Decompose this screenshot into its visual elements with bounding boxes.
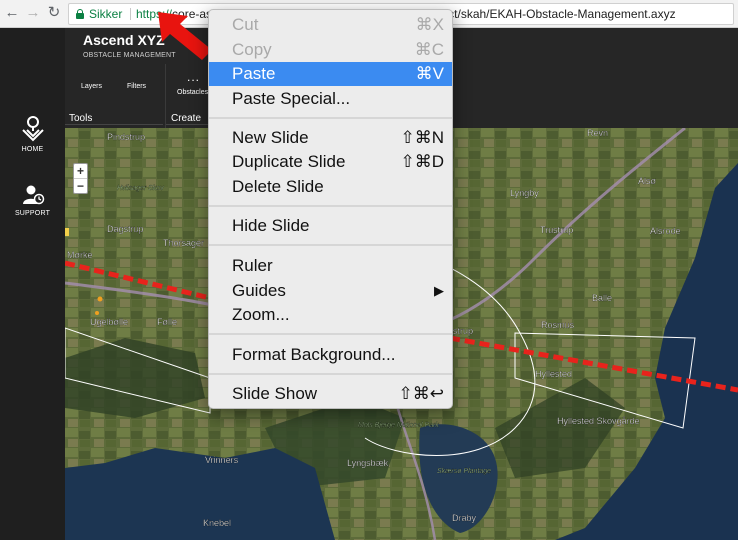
tools-group-underline [65,124,163,125]
menu-separator [209,244,452,246]
menu-item-format-background[interactable]: Format Background... [209,343,452,367]
place-label: Lyngby [510,188,539,198]
place-label: Følle [157,317,177,327]
place-label: Hyllested [535,369,572,379]
place-label: strup [453,326,473,336]
place-label: Mols Bjerge National Park [358,422,439,429]
home-location-icon [21,116,44,142]
menu-separator [209,333,452,335]
menu-item-copy[interactable]: Copy ⌘C [209,38,452,62]
place-label: Trustrup [540,225,573,235]
secure-label: Sikker [89,7,123,21]
sidebar-support-label: SUPPORT [14,210,51,217]
obstacles-button[interactable]: Obstacles [177,89,208,96]
place-label: Draby [452,513,477,523]
menu-item-duplicate-slide[interactable]: Duplicate Slide ⇧⌘D [209,150,452,174]
menu-item-zoom[interactable]: Zoom... [209,303,452,327]
place-label: Alsø [638,176,657,186]
menu-item-paste-special[interactable]: Paste Special... [209,87,452,111]
place-label: Lyngsbæk [347,458,389,468]
address-divider [130,8,131,20]
menu-separator [209,373,452,375]
menu-item-guides[interactable]: Guides ▶ [209,279,452,303]
menu-item-new-slide[interactable]: New Slide ⇧⌘N [209,126,452,150]
place-label: Dagstrup [107,224,144,234]
reload-icon[interactable]: ↻ [45,4,63,22]
submenu-chevron-icon: ▶ [434,283,444,298]
forward-arrow-icon[interactable]: → [24,4,42,22]
sidebar-item-support[interactable]: SUPPORT [0,184,65,217]
left-sidebar: HOME SUPPORT [0,28,65,540]
layers-button[interactable]: Layers [81,83,102,90]
obstacle-marker[interactable] [65,228,69,236]
zoom-out-button[interactable]: − [74,179,87,194]
place-label: Hvilsager Skov [117,185,164,192]
menu-separator [209,205,452,207]
place-label: Knebel [203,518,231,528]
obstacle-marker[interactable] [97,296,103,302]
place-label: Ugelbølle [90,317,128,327]
sidebar-item-home[interactable]: HOME [0,114,65,153]
menu-item-paste[interactable]: Paste ⌘V [209,62,452,86]
obstacle-marker[interactable] [95,311,99,315]
place-label: Vrinners [205,455,239,465]
place-label: Rosmus [541,320,575,330]
menu-item-hide-slide[interactable]: Hide Slide [209,214,452,238]
place-label: Skærsø Plantage [437,468,491,475]
zoom-in-button[interactable]: + [74,164,87,179]
place-label: Hyllested Skovgårde [557,416,640,426]
support-user-icon [22,185,44,205]
menu-item-delete-slide[interactable]: Delete Slide [209,175,452,199]
place-label: Balle [592,293,612,303]
more-icon[interactable]: ... [187,70,200,84]
context-menu: Cut ⌘X Copy ⌘C Paste ⌘V Paste Special... Ne… [208,9,453,409]
place-label: Mørke [67,250,93,260]
sidebar-home-label: HOME [21,146,44,153]
back-arrow-icon[interactable]: ← [3,4,21,22]
menu-item-cut[interactable]: Cut ⌘X [209,13,452,37]
menu-item-slide-show[interactable]: Slide Show ⇧⌘↩ [209,382,452,406]
create-group-label: Create [171,113,202,124]
menu-item-ruler[interactable]: Ruler [209,254,452,278]
tools-group-label: Tools [69,113,93,124]
lock-icon [76,9,84,19]
menu-separator [209,117,452,119]
toolbar-divider [165,64,166,128]
zoom-control: + − [73,163,88,194]
place-label: Pindstrup [107,132,145,142]
place-label: Alsrode [650,226,681,236]
place-label: Revn [587,128,608,138]
place-label: Thorsager [163,238,204,248]
filters-button[interactable]: Filters [127,83,146,90]
